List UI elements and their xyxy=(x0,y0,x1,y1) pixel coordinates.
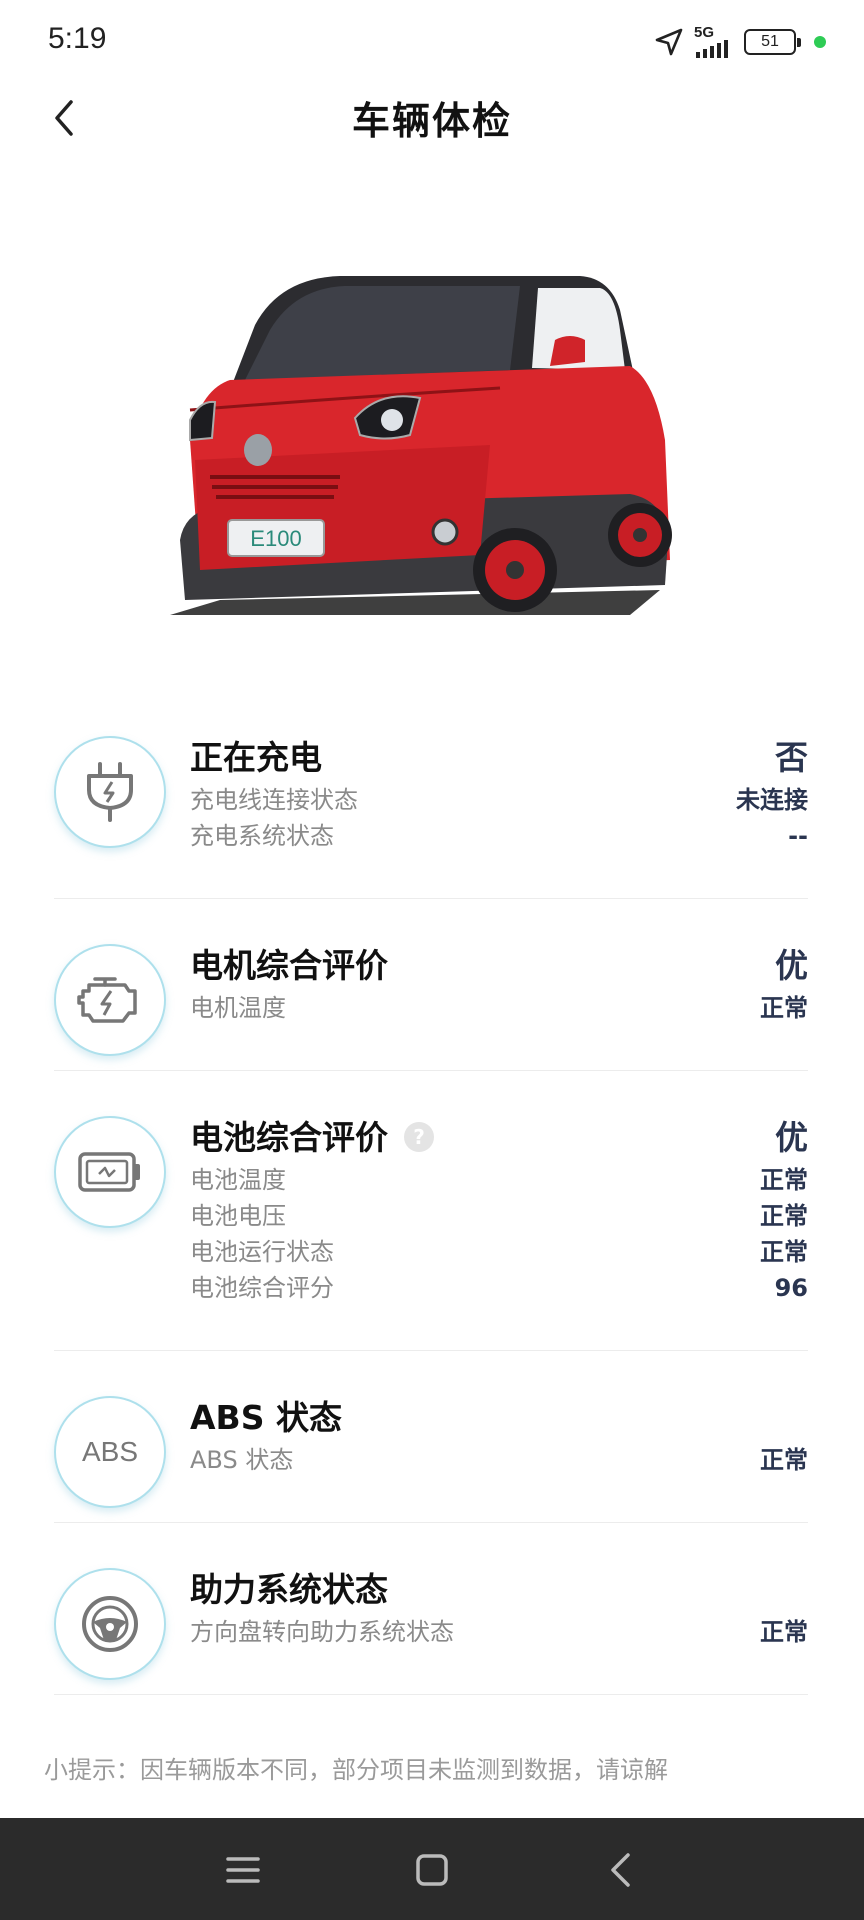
sub-value: 未连接 xyxy=(736,786,808,814)
battery-indicator: 51 xyxy=(744,29,801,55)
abs-icon-label: ABS xyxy=(81,1436,139,1467)
divider xyxy=(54,1694,808,1695)
sub-value: 正常 xyxy=(760,1618,808,1646)
sub-label: 充电线连接状态 xyxy=(190,786,358,814)
help-icon[interactable]: ? xyxy=(404,1121,434,1152)
row-main-value: 优 xyxy=(775,946,808,985)
row-title: 正在充电 xyxy=(190,738,322,777)
status-time: 5:19 xyxy=(48,22,107,55)
sub-label: 电池综合评分 xyxy=(190,1274,334,1302)
plate-text: E100 xyxy=(250,526,301,551)
check-row-battery: 电池综合评价? 优 电池温度 正常 电池电压 正常 电池运行状态 正常 电池综合… xyxy=(54,1116,808,1316)
row-main-value: 优 xyxy=(775,1118,808,1157)
sub-row: 充电线连接状态 未连接 xyxy=(190,782,808,818)
sub-label: 充电系统状态 xyxy=(190,822,334,850)
motor-icon-circle xyxy=(54,944,166,1056)
tip-text: 小提示：因车辆版本不同，部分项目未监测到数据，请谅解 xyxy=(44,1756,668,1784)
status-bar: 5:19 5G 51 xyxy=(0,0,864,80)
divider xyxy=(54,1522,808,1523)
menu-button[interactable] xyxy=(221,1848,265,1892)
abs-icon-circle: ABS xyxy=(54,1396,166,1508)
active-dot xyxy=(814,36,826,48)
sub-value: 96 xyxy=(774,1274,808,1302)
sub-row: 电池综合评分 96 xyxy=(190,1270,808,1306)
sub-value: 正常 xyxy=(760,1166,808,1194)
back-triangle-icon xyxy=(611,1853,630,1887)
row-title: 电机综合评价 xyxy=(190,946,388,985)
network-label: 5G xyxy=(694,24,715,41)
divider xyxy=(54,898,808,899)
row-title: ABS 状态 xyxy=(190,1398,342,1437)
menu-icon xyxy=(226,1857,260,1883)
check-row-steering: 助力系统状态 方向盘转向助力系统状态 正常 xyxy=(54,1568,808,1680)
sub-value: -- xyxy=(788,822,808,850)
steering-icon-circle xyxy=(54,1568,166,1680)
row-title: 助力系统状态 xyxy=(190,1570,388,1609)
plug-icon xyxy=(87,762,133,822)
check-row-charging: 正在充电 否 充电线连接状态 未连接 充电系统状态 -- xyxy=(54,736,808,864)
sub-row: 电机温度 正常 xyxy=(190,990,808,1026)
location-arrow-icon xyxy=(655,28,683,56)
home-square-icon xyxy=(416,1854,448,1886)
signal-icon xyxy=(696,40,728,58)
check-row-abs: ABS ABS 状态 ABS 状态 正常 xyxy=(54,1396,808,1508)
divider xyxy=(54,1070,808,1071)
sub-label: 电机温度 xyxy=(190,994,286,1022)
engine-icon xyxy=(77,977,137,1023)
battery-icon-circle xyxy=(54,1116,166,1228)
home-button[interactable] xyxy=(410,1848,454,1892)
sub-row: 方向盘转向助力系统状态 正常 xyxy=(190,1614,808,1650)
sub-label: 电池温度 xyxy=(190,1166,286,1194)
network-indicator: 5G xyxy=(694,24,734,58)
row-title-text: 电池综合评价 xyxy=(190,1118,388,1157)
sub-value: 正常 xyxy=(760,1446,808,1474)
battery-icon xyxy=(78,1152,140,1192)
sub-label: 电池电压 xyxy=(190,1202,286,1230)
sub-row: 充电系统状态 -- xyxy=(190,818,808,854)
sub-value: 正常 xyxy=(760,1202,808,1230)
charging-icon-circle xyxy=(54,736,166,848)
car-image: E100 xyxy=(160,270,690,630)
steering-wheel-icon xyxy=(82,1596,138,1652)
row-main-value: 否 xyxy=(775,738,808,777)
sub-label: ABS 状态 xyxy=(190,1446,294,1474)
check-row-motor: 电机综合评价 优 电机温度 正常 xyxy=(54,944,808,1056)
sub-label: 电池运行状态 xyxy=(190,1238,334,1266)
sub-label: 方向盘转向助力系统状态 xyxy=(190,1618,454,1646)
sub-value: 正常 xyxy=(760,994,808,1022)
status-indicators: 5G 51 xyxy=(654,24,826,60)
sub-row: ABS 状态 正常 xyxy=(190,1442,808,1478)
system-nav-bar xyxy=(0,1818,864,1920)
header: 车辆体检 xyxy=(0,80,864,156)
sub-row: 电池运行状态 正常 xyxy=(190,1234,808,1270)
divider xyxy=(54,1350,808,1351)
sub-value: 正常 xyxy=(760,1238,808,1266)
row-title: 电池综合评价? xyxy=(190,1116,434,1160)
sub-row: 电池温度 正常 xyxy=(190,1162,808,1198)
sub-row: 电池电压 正常 xyxy=(190,1198,808,1234)
battery-level: 51 xyxy=(761,33,779,50)
page-title: 车辆体检 xyxy=(351,99,512,143)
nav-back-button[interactable] xyxy=(598,1848,642,1892)
